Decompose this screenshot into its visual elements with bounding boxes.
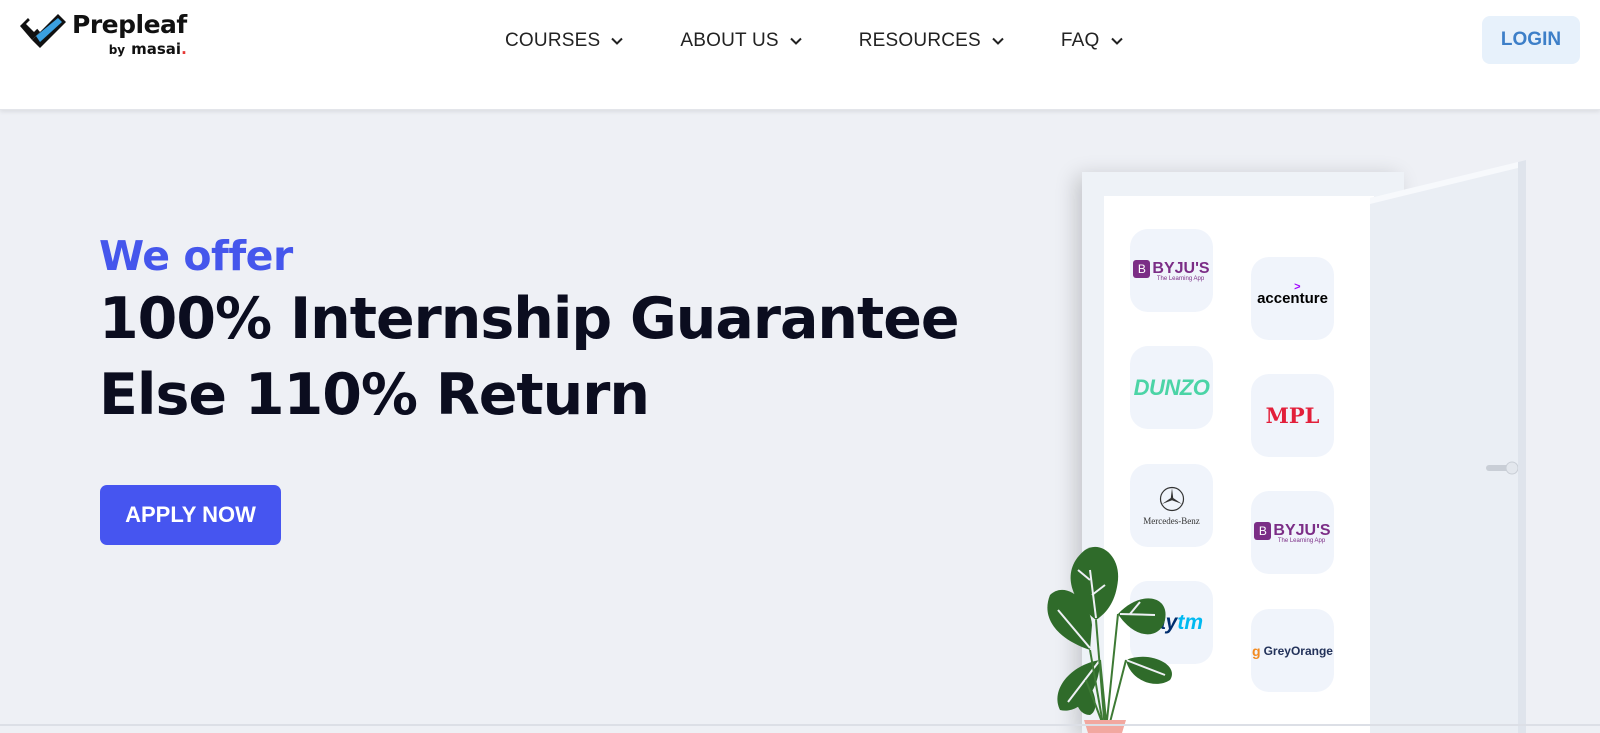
nav-courses[interactable]: COURSES <box>505 30 624 52</box>
apply-now-button[interactable]: APPLY NOW <box>100 485 281 545</box>
mercedes-star-icon <box>1159 486 1184 511</box>
byjus-tagline: The Learning App <box>1156 275 1205 282</box>
accenture-mark-icon: > <box>1294 281 1301 293</box>
section-divider <box>0 724 1600 726</box>
greyorange-wordmark: g GreyOrange <box>1252 643 1333 659</box>
mercedes-name: Mercedes-Benz <box>1143 515 1200 526</box>
byjus-tagline: The Learning App <box>1277 537 1326 544</box>
login-button[interactable]: LOGIN <box>1482 16 1580 64</box>
nav-faq-label: FAQ <box>1060 30 1100 51</box>
hero-headline-line-2: Else 110% Return <box>99 362 650 428</box>
open-door-illustration <box>1370 160 1526 733</box>
brand-parent: masai <box>131 40 182 58</box>
nav-about-us[interactable]: ABOUT US <box>680 30 802 52</box>
prepleaf-logo[interactable]: Prepleaf by masai. <box>18 10 187 59</box>
prepleaf-logo-icon <box>20 14 66 48</box>
partner-logo-byjus: B BYJU'S The Learning App <box>1130 229 1213 312</box>
greyorange-name: GreyOrange <box>1263 643 1333 658</box>
partner-logo-greyorange: g GreyOrange <box>1251 609 1334 692</box>
brand-by: by <box>108 43 126 57</box>
accenture-wordmark: > accenture <box>1257 281 1328 307</box>
partner-logo-mercedes: Mercedes-Benz <box>1130 464 1213 547</box>
hero-offer-text: We offer <box>99 232 293 280</box>
nav-about-label: ABOUT US <box>680 30 779 51</box>
partner-logo-dunzo: DUNZO <box>1130 346 1213 429</box>
byjus-mark-icon: B <box>1254 521 1272 540</box>
chevron-down-icon <box>1110 37 1123 45</box>
nav-resources[interactable]: RESOURCES <box>859 30 1005 52</box>
partner-logo-mpl: MPL <box>1251 374 1334 457</box>
paytm-tm: tm <box>1177 610 1204 634</box>
dunzo-wordmark: DUNZO <box>1133 374 1210 400</box>
chevron-down-icon <box>790 37 802 45</box>
partner-logo-byjus-2: B BYJU'S The Learning App <box>1251 491 1334 574</box>
chevron-down-icon <box>992 37 1004 45</box>
brand-sub: by masai. <box>109 40 187 59</box>
door-handle-icon <box>1486 461 1518 475</box>
main-nav: COURSES ABOUT US RESOURCES FAQ <box>505 26 1124 56</box>
brand-name: Prepleaf <box>72 10 187 39</box>
brand-dot: . <box>181 40 187 58</box>
nav-courses-label: COURSES <box>505 30 601 51</box>
chevron-down-icon <box>611 37 624 45</box>
monstera-plant-illustration <box>1047 546 1172 733</box>
nav-faq[interactable]: FAQ <box>1061 30 1124 52</box>
byjus-mark-icon: B <box>1133 259 1151 278</box>
mpl-wordmark: MPL <box>1265 403 1320 428</box>
greyorange-mark-icon: g <box>1252 642 1261 659</box>
partner-logo-accenture: > accenture <box>1251 257 1334 340</box>
accenture-name: accenture <box>1257 290 1328 307</box>
site-header: Prepleaf by masai. COURSES ABOUT US RESOU… <box>0 0 1600 110</box>
nav-resources-label: RESOURCES <box>858 30 981 51</box>
hero-headline-line-1: 100% Internship Guarantee <box>99 286 960 352</box>
logo-wordmark: Prepleaf by masai. <box>72 10 187 59</box>
